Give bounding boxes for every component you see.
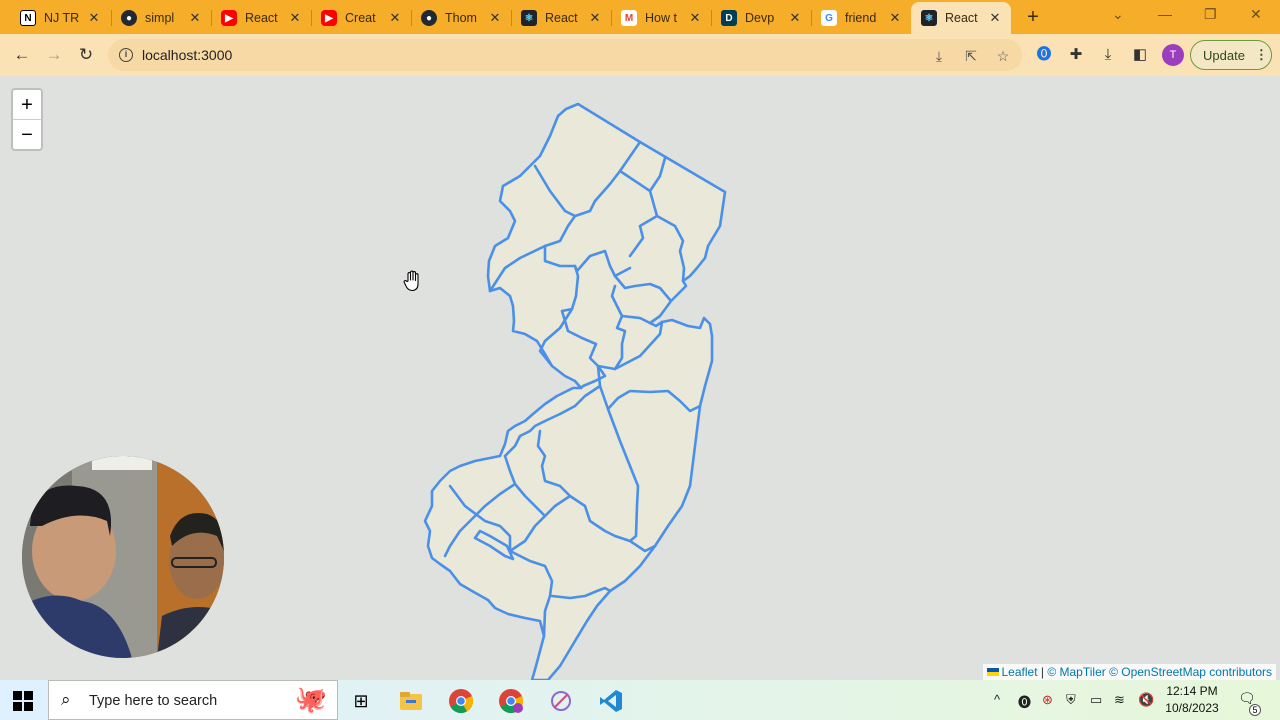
install-icon[interactable]: ⤓: [930, 47, 948, 65]
password-manager-icon[interactable]: ⓿: [1034, 45, 1054, 65]
menu-icon: ⋮: [1254, 47, 1268, 62]
tab-title: Creat: [345, 11, 376, 25]
update-label: Update: [1203, 47, 1245, 63]
tab-strip: N NJ TR ✕ ● simpl ✕ ▶ React ✕ ▶ Creat ✕ …: [0, 0, 1280, 34]
windows-start-icon[interactable]: [13, 691, 33, 711]
info-icon[interactable]: i: [119, 48, 133, 62]
react-icon: ⚛: [921, 10, 937, 26]
chrome-profile-icon[interactable]: [498, 688, 524, 714]
new-tab-button[interactable]: +: [1022, 6, 1044, 28]
osm-link[interactable]: © OpenStreetMap contributors: [1109, 665, 1272, 679]
webcam-overlay: [22, 456, 224, 658]
tab-title: React: [545, 11, 578, 25]
close-icon[interactable]: ✕: [187, 10, 203, 26]
zoom-out-button[interactable]: −: [13, 120, 41, 150]
tab-6[interactable]: M How t ✕: [611, 4, 711, 32]
clock-date: 10/8/2023: [1165, 701, 1219, 715]
chevron-up-icon[interactable]: ^: [994, 692, 1000, 707]
tab-8[interactable]: G friend ✕: [811, 4, 911, 32]
leaflet-link[interactable]: Leaflet: [1002, 665, 1038, 679]
close-icon[interactable]: ✕: [687, 10, 703, 26]
zoom-in-button[interactable]: +: [13, 90, 41, 120]
tab-9-active[interactable]: ⚛ React ✕: [911, 2, 1011, 34]
close-icon[interactable]: ✕: [487, 10, 503, 26]
star-icon[interactable]: ☆: [994, 47, 1012, 65]
close-icon[interactable]: ✕: [387, 10, 403, 26]
tab-title: React: [245, 11, 278, 25]
file-explorer-icon[interactable]: [398, 688, 424, 714]
share-icon[interactable]: ⇱: [962, 47, 980, 65]
tab-0[interactable]: N NJ TR ✕: [10, 4, 110, 32]
tab-1[interactable]: ● simpl ✕: [111, 4, 211, 32]
tab-title: Devp: [745, 11, 775, 25]
google-icon: G: [821, 10, 837, 26]
snipping-tool-icon[interactable]: [548, 688, 574, 714]
close-icon[interactable]: ✕: [887, 10, 903, 26]
tab-title: friend: [845, 11, 877, 25]
tab-3[interactable]: ▶ Creat ✕: [311, 4, 411, 32]
mcafee-tray-icon[interactable]: ⊛: [1042, 692, 1053, 708]
attribution-separator: |: [1037, 665, 1048, 679]
restore-icon[interactable]: ❐: [1204, 6, 1217, 23]
octopus-icon: 🐙: [294, 684, 327, 714]
taskbar-search[interactable]: ⌕ Type here to search 🐙: [48, 680, 338, 720]
tab-5[interactable]: ⚛ React ✕: [511, 4, 611, 32]
side-panel-icon[interactable]: ◧: [1130, 45, 1150, 65]
back-button[interactable]: ←: [10, 43, 34, 67]
browser-toolbar: ← → ↻ i localhost:3000 ⤓ ⇱ ☆ ⓿ ✚ ⤓ ◧ T U…: [0, 34, 1280, 76]
url-text[interactable]: localhost:3000: [142, 47, 232, 63]
close-icon[interactable]: ✕: [86, 10, 102, 26]
map-attribution: Leaflet | © MapTiler © OpenStreetMap con…: [982, 664, 1276, 680]
notion-icon: N: [20, 10, 36, 26]
ukraine-flag-icon: [986, 668, 999, 676]
state-outline: [423, 102, 727, 680]
windows-taskbar: ⌕ Type here to search 🐙 ⊞ ^ ⓿ ⊛ ⛨ ▭ ≋ 🔇 …: [0, 680, 1280, 720]
tab-title: simpl: [145, 11, 175, 25]
search-icon: ⌕: [61, 690, 71, 709]
notification-badge: 5: [1249, 704, 1261, 716]
close-icon[interactable]: ✕: [787, 10, 803, 26]
hand-cursor-icon: [403, 270, 419, 292]
tab-title: Thom: [445, 11, 477, 25]
youtube-icon: ▶: [221, 10, 237, 26]
gmail-icon: M: [621, 10, 637, 26]
vscode-icon[interactable]: [598, 688, 624, 714]
tab-search-icon[interactable]: ⌄: [1112, 6, 1124, 23]
forward-button[interactable]: →: [42, 43, 66, 67]
close-window-icon[interactable]: ✕: [1250, 6, 1262, 23]
youtube-icon: ▶: [321, 10, 337, 26]
onepassword-tray-icon[interactable]: ⓿: [1018, 692, 1031, 711]
github-icon: ●: [121, 10, 137, 26]
extensions-icon[interactable]: ✚: [1066, 45, 1086, 65]
security-tray-icon[interactable]: ⛨: [1066, 692, 1076, 708]
reload-button[interactable]: ↻: [74, 43, 98, 67]
clock-time: 12:14 PM: [1166, 684, 1218, 698]
zoom-control: + −: [11, 88, 43, 151]
minimize-icon[interactable]: —: [1158, 6, 1172, 22]
tab-title: How t: [645, 11, 677, 25]
avatar[interactable]: T: [1162, 44, 1184, 66]
battery-icon[interactable]: ▭: [1090, 692, 1102, 708]
tab-7[interactable]: D Devp ✕: [711, 4, 811, 32]
update-button[interactable]: Update ⋮: [1190, 40, 1272, 70]
maptiler-link[interactable]: © MapTiler: [1047, 665, 1105, 679]
github-icon: ●: [421, 10, 437, 26]
chrome-icon[interactable]: [448, 688, 474, 714]
react-icon: ⚛: [521, 10, 537, 26]
task-view-icon[interactable]: ⊞: [348, 688, 374, 714]
download-icon[interactable]: ⤓: [1098, 45, 1118, 65]
close-icon[interactable]: ✕: [587, 10, 603, 26]
volume-muted-icon[interactable]: 🔇: [1138, 692, 1154, 708]
search-placeholder: Type here to search: [89, 693, 218, 709]
wifi-icon[interactable]: ≋: [1114, 692, 1125, 708]
tab-2[interactable]: ▶ React ✕: [211, 4, 311, 32]
tab-title: React: [945, 11, 978, 25]
close-icon[interactable]: ✕: [287, 10, 303, 26]
system-clock[interactable]: 12:14 PM 10/8/2023: [1160, 683, 1224, 717]
devpost-icon: D: [721, 10, 737, 26]
tab-title: NJ TR: [44, 11, 80, 25]
tab-4[interactable]: ● Thom ✕: [411, 4, 511, 32]
address-bar[interactable]: i localhost:3000 ⤓ ⇱ ☆: [108, 39, 1022, 71]
close-icon[interactable]: ✕: [987, 10, 1003, 26]
